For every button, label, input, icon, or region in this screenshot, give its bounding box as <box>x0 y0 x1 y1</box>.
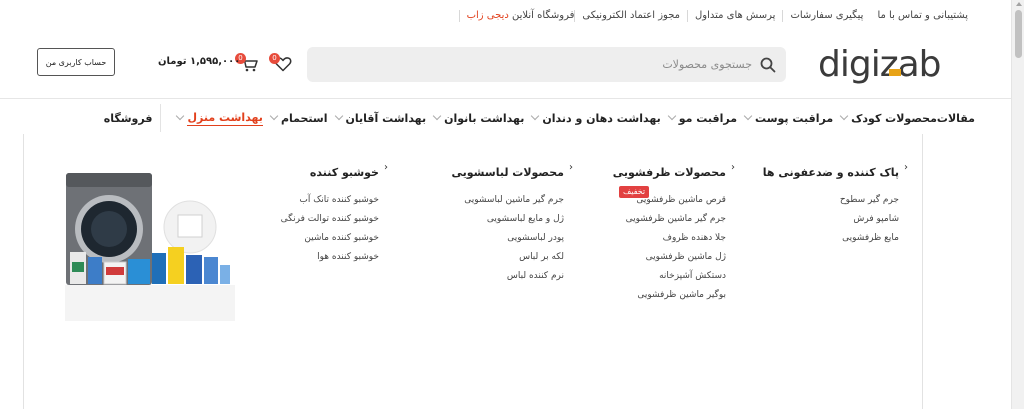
menu-link[interactable]: خوشبو کننده توالت فرنگی <box>281 210 379 229</box>
chevron-down-icon <box>334 111 343 121</box>
menu-link[interactable]: نرم کننده لباس <box>452 267 564 286</box>
nav-item-women-label: بهداشت بانوان <box>444 111 525 125</box>
chevron-down-icon <box>176 111 185 121</box>
nav-item-kids-label: محصولات کودک <box>851 111 937 125</box>
menu-column-laundry: ‹ محصولات لباسشویی جرم گیر ماشین لباسشویی… <box>451 162 573 286</box>
nav-separator <box>160 104 162 132</box>
top-link-enamad[interactable]: مجوز اعتماد الکترونیکی <box>574 10 687 22</box>
nav-item-oral-label: بهداشت دهان و دندان <box>542 111 661 125</box>
top-link-faq[interactable]: پرسش های متداول <box>687 10 782 22</box>
main-nav: فروشگاه بهداشت منزل استحمام بهداشت آقایا… <box>104 104 975 132</box>
menu-link[interactable]: لکه بر لباس <box>452 248 564 267</box>
nav-item-men[interactable]: بهداشت آقایان <box>328 111 427 125</box>
nav-item-hair-label: مراقبت مو <box>678 111 738 125</box>
nav-item-skin-label: مراقبت پوست <box>755 111 834 125</box>
nav-item-store[interactable]: فروشگاه <box>104 112 153 125</box>
menu-column-title[interactable]: ‹ خوشبو کننده <box>281 162 388 179</box>
product-bottle <box>152 253 166 284</box>
menu-column-cleaners: ‹ پاک کننده و ضدعفونی ها جرم گیر سطوح شام… <box>762 162 908 248</box>
menu-link[interactable]: بوگیر ماشین ظرفشویی <box>613 286 726 305</box>
nav-item-home-hygiene-label: بهداشت منزل <box>187 110 263 126</box>
nav-item-hair[interactable]: مراقبت مو <box>661 112 737 125</box>
menu-link[interactable]: خوشبو کننده هوا <box>281 248 379 267</box>
page-scrollbar[interactable] <box>1011 0 1024 409</box>
top-links-bar: فروشگاه آنلاین دیجی زاب مجوز اعتماد الکت… <box>458 6 975 26</box>
nav-item-men-label: بهداشت آقایان <box>345 111 427 125</box>
menu-link[interactable]: جرم گیر ماشین ظرفشویی <box>613 210 726 229</box>
top-link-store[interactable]: فروشگاه آنلاین دیجی زاب <box>458 10 575 22</box>
menu-column-title[interactable]: ‹ محصولات ظرفشویی <box>612 162 735 179</box>
menu-link[interactable]: جرم گیر سطوح <box>763 191 899 210</box>
chevron-down-icon <box>432 111 442 121</box>
product-bottle <box>72 262 84 272</box>
nav-item-articles-label: مقالات <box>936 111 975 125</box>
menu-column-fresheners: ‹ خوشبو کننده خوشبو کننده تانک آب خوشبو ک… <box>281 162 388 267</box>
menu-link[interactable]: خوشبو کننده تانک آب <box>281 191 379 210</box>
nav-divider <box>0 98 1011 99</box>
product-box <box>106 267 124 275</box>
menu-column-title-label: محصولات لباسشویی <box>451 166 564 179</box>
product-bottle <box>204 257 218 284</box>
product-bottle <box>186 255 202 284</box>
nav-item-articles[interactable]: مقالات <box>937 112 975 125</box>
nav-item-store-label: فروشگاه <box>103 111 153 125</box>
search-icon[interactable] <box>760 57 776 73</box>
menu-column-title-label: محصولات ظرفشویی <box>612 166 726 179</box>
chevron-left-icon: ‹ <box>569 162 573 173</box>
menu-link[interactable]: دستکش آشپزخانه <box>613 267 726 286</box>
product-bottle <box>220 265 230 284</box>
menu-link[interactable]: شامپو فرش <box>763 210 899 229</box>
nav-item-bathing-label: استحمام <box>280 111 328 125</box>
menu-link[interactable]: جرم گیر ماشین لباسشویی <box>452 191 564 210</box>
site-logo[interactable]: digizab <box>818 45 970 85</box>
menu-column-title[interactable]: ‹ محصولات لباسشویی <box>451 162 573 179</box>
menu-link[interactable]: ژل ماشین ظرفشویی <box>613 248 726 267</box>
product-tablet <box>177 214 203 238</box>
nav-item-home-hygiene[interactable]: بهداشت منزل <box>169 111 263 126</box>
sale-badge: تخفیف <box>619 186 650 198</box>
chevron-left-icon: ‹ <box>731 162 735 173</box>
menu-column-title[interactable]: ‹ پاک کننده و ضدعفونی ها <box>762 162 908 179</box>
washing-machine-panel <box>66 173 152 187</box>
menu-link[interactable]: مایع ظرفشویی <box>763 229 899 248</box>
nav-item-skin[interactable]: مراقبت پوست <box>737 112 833 125</box>
nav-item-bathing[interactable]: استحمام <box>263 112 328 125</box>
search-box[interactable]: جستجوی محصولات <box>307 47 786 82</box>
menu-link[interactable]: پودر لباسشویی <box>452 229 564 248</box>
account-button[interactable]: حساب کاربری من <box>37 48 115 76</box>
menu-link[interactable]: ژل و مایع لباسشویی <box>452 210 564 229</box>
nav-item-women[interactable]: بهداشت بانوان <box>426 112 524 125</box>
menu-link[interactable]: جلا دهنده ظروف <box>613 229 726 248</box>
chevron-left-icon: ‹ <box>904 162 908 173</box>
nav-item-oral[interactable]: بهداشت دهان و دندان <box>524 111 661 125</box>
chevron-left-icon: ‹ <box>384 162 388 173</box>
nav-item-kids[interactable]: محصولات کودک <box>833 112 937 125</box>
chevron-down-icon <box>667 111 676 121</box>
chevron-down-icon <box>531 111 540 121</box>
menu-column-title-label: پاک کننده و ضدعفونی ها <box>762 166 899 179</box>
chevron-down-icon <box>839 111 849 121</box>
chevron-down-icon <box>743 111 753 121</box>
image-shadow <box>65 285 235 321</box>
logo-accent-mark <box>889 69 901 76</box>
brand-name: دیجی زاب <box>466 10 509 21</box>
menu-column-title-label: خوشبو کننده <box>309 166 379 179</box>
promo-image[interactable] <box>60 167 240 322</box>
top-link-order-tracking[interactable]: پیگیری سفارشات <box>782 10 870 22</box>
cart-total[interactable]: ۱,۵۹۵,۰۰۰ تومان <box>158 56 240 67</box>
washing-machine-drum <box>91 211 127 247</box>
product-box <box>128 259 150 284</box>
scrollbar-thumb[interactable] <box>1015 10 1022 58</box>
top-link-support[interactable]: پشتیبانی و تماس با ما <box>870 10 975 22</box>
wishlist-count-badge: 0 <box>269 53 280 64</box>
logo-text: digizab <box>818 45 941 85</box>
menu-link[interactable]: خوشبو کننده ماشین <box>281 229 379 248</box>
product-bottle <box>88 257 102 284</box>
search-placeholder: جستجوی محصولات <box>662 58 752 71</box>
product-bottle <box>168 247 184 284</box>
top-link-store-label: فروشگاه آنلاین <box>512 10 575 21</box>
scroll-up-icon[interactable] <box>1016 2 1022 6</box>
chevron-down-icon <box>269 111 279 121</box>
